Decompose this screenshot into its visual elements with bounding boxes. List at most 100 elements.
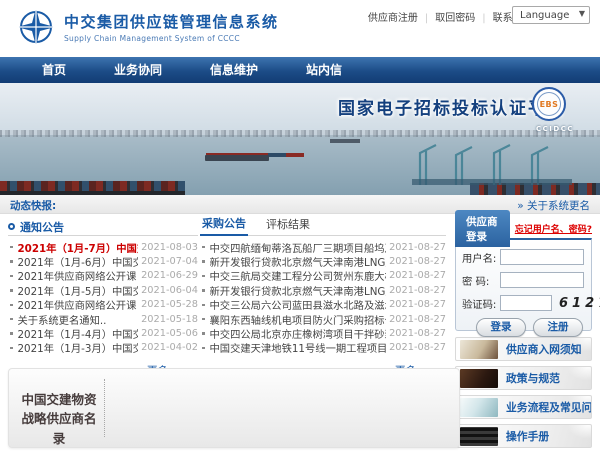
- notice-row[interactable]: 2021年（1月-4月）中国交建供应商.. 2021-05-06: [8, 326, 198, 340]
- procurement-row[interactable]: 襄阳东西轴线机电项目防火门采购招标公告 2021-08-27: [200, 312, 446, 326]
- procurement-row[interactable]: 中交三航局交建工程分公司贺州东鹿大桥项目部墩身钢模板.. 2021-08-27: [200, 269, 446, 283]
- procurement-title: 中交四公局北京亦庄橡树湾项目干拌砂浆采购招标公告: [210, 326, 387, 341]
- username-input[interactable]: [500, 249, 584, 265]
- dot-bullet-icon: [202, 289, 205, 292]
- notice-title: 2021年（1月-3月）中国交建供应商..: [18, 340, 139, 355]
- notice-title: 2021年（1月-5月）中国交建供应商..: [18, 283, 139, 298]
- circle-bullet-icon: [8, 223, 15, 230]
- username-label: 用户名:: [462, 250, 500, 265]
- procurement-row[interactable]: 中交四航缅甸蒂洛瓦船厂三期项目船坞及船厂陆域设施土建.. 2021-08-27: [200, 240, 446, 254]
- ticker-link[interactable]: » 关于系统更名: [517, 198, 590, 213]
- main-nav: 首页业务协同信息维护站内信: [0, 57, 600, 83]
- procurement-row[interactable]: 新开发银行贷款北京燃气天津南港LNG应急储备项目配套.. 2021-08-27: [200, 254, 446, 268]
- captcha-image: 6127: [559, 296, 600, 311]
- dot-bullet-icon: [10, 347, 13, 350]
- notices-section: 通知公告 2021年（1月-7月）中国交建供应商.. 2021-08-03 20…: [8, 218, 198, 378]
- suppliers-title-line1: 中国交建物资: [19, 390, 99, 409]
- small-boat: [330, 139, 360, 143]
- notice-date: 2021-08-03: [138, 242, 198, 253]
- notice-title: 2021年供应商网络公开课（第二期）直..: [18, 268, 139, 283]
- procurement-date: 2021-08-27: [386, 299, 446, 310]
- notice-date: 2021-05-06: [138, 328, 198, 339]
- login-button[interactable]: 登录: [476, 318, 526, 337]
- procurement-row[interactable]: 新开发银行贷款北京燃气天津南港LNG应急储备项目配套.. 2021-08-27: [200, 283, 446, 297]
- dot-bullet-icon: [202, 304, 205, 307]
- strategic-suppliers-panel: 中国交建物资 战略供应商名录: [8, 368, 460, 448]
- quick-link-photo: [460, 340, 498, 359]
- nav-item[interactable]: 首页: [18, 57, 90, 83]
- notice-row[interactable]: 2021年供应商网络公开课（第二期）直.. 2021-06-29: [8, 269, 198, 283]
- notice-date: 2021-05-18: [138, 314, 198, 325]
- dot-bullet-icon: [10, 332, 13, 335]
- tab-evaluation-results[interactable]: 评标结果: [264, 216, 312, 235]
- notice-row[interactable]: 2021年（1月-3月）中国交建供应商.. 2021-04-02: [8, 341, 198, 355]
- dot-bullet-icon: [202, 260, 205, 263]
- notice-row[interactable]: 2021年（1月-7月）中国交建供应商.. 2021-08-03: [8, 240, 198, 254]
- register-button[interactable]: 注册: [533, 318, 583, 337]
- procurement-title: 襄阳东西轴线机电项目防火门采购招标公告: [210, 312, 387, 327]
- quick-link-photo: [460, 398, 498, 417]
- notice-row[interactable]: 2021年（1月-5月）中国交建供应商.. 2021-06-04: [8, 283, 198, 297]
- captcha-label: 验证码:: [462, 296, 500, 311]
- notice-row[interactable]: 关于系统更名通知.. 2021-05-18: [8, 312, 198, 326]
- quick-link-label: 政策与规范: [506, 370, 560, 386]
- notice-date: 2021-05-28: [138, 299, 198, 310]
- ccidcc-badge-label: CCIDCC: [536, 125, 574, 133]
- quick-link-label: 业务流程及常见问题: [506, 399, 592, 415]
- top-link[interactable]: 供应商注册: [368, 9, 418, 24]
- procurement-row[interactable]: 中国交建天津地铁11号线一期工程项目消声器二次集中采.. 2021-08-27: [200, 341, 446, 355]
- notices-list: 2021年（1月-7月）中国交建供应商.. 2021-08-03 2021年（1…: [8, 240, 198, 355]
- language-select[interactable]: Language ▼: [512, 6, 590, 24]
- notices-header: 通知公告: [8, 218, 198, 236]
- nav-item[interactable]: 信息维护: [186, 57, 282, 83]
- notice-row[interactable]: 2021年供应商网络公开课（第一期）直.. 2021-05-28: [8, 298, 198, 312]
- top-link[interactable]: 取回密码: [418, 9, 475, 24]
- nav-item[interactable]: 业务协同: [90, 57, 186, 83]
- procurement-date: 2021-08-27: [386, 270, 446, 281]
- procurement-title: 中交三航局交建工程分公司贺州东鹿大桥项目部墩身钢模板..: [210, 268, 387, 283]
- password-label: 密 码:: [462, 273, 500, 288]
- quick-link-label: 操作手册: [506, 428, 549, 444]
- procurement-date: 2021-08-27: [386, 342, 446, 353]
- notice-date: 2021-07-04: [138, 256, 198, 267]
- site-subtitle: Supply Chain Management System of CCCC: [64, 34, 279, 43]
- quick-link-banner[interactable]: 供应商入网须知: [455, 337, 592, 361]
- quick-link-banner[interactable]: 业务流程及常见问题: [455, 395, 592, 419]
- notice-date: 2021-06-04: [138, 285, 198, 296]
- suppliers-title-line2: 战略供应商名录: [19, 409, 99, 448]
- captcha-input[interactable]: [500, 295, 552, 311]
- logo: 中交集团供应链管理信息系统 Supply Chain Management Sy…: [16, 7, 279, 47]
- notice-date: 2021-06-29: [138, 270, 198, 281]
- cargo-ship: [205, 155, 269, 161]
- notice-row[interactable]: 2021年（1月-6月）中国交建供应商.. 2021-07-04: [8, 254, 198, 268]
- notices-title: 通知公告: [20, 219, 64, 235]
- supplier-login-tab[interactable]: 供应商登录: [455, 210, 510, 247]
- dot-bullet-icon: [202, 347, 205, 350]
- suppliers-panel-title: 中国交建物资 战略供应商名录: [19, 390, 99, 448]
- container-quay-left: [0, 181, 185, 195]
- procurement-row[interactable]: 中交四公局北京亦庄橡树湾项目干拌砂浆采购招标公告 2021-08-27: [200, 326, 446, 340]
- dot-bullet-icon: [10, 275, 13, 278]
- procurement-title: 中交四航缅甸蒂洛瓦船厂三期项目船坞及船厂陆域设施土建..: [210, 240, 387, 255]
- password-input[interactable]: [500, 272, 584, 288]
- header: 中交集团供应链管理信息系统 Supply Chain Management Sy…: [0, 0, 600, 57]
- nav-item[interactable]: 站内信: [282, 57, 366, 83]
- notice-title: 2021年（1月-6月）中国交建供应商..: [18, 254, 139, 269]
- dot-bullet-icon: [202, 246, 205, 249]
- quick-link-banner[interactable]: 操作手册: [455, 424, 592, 448]
- quick-link-label: 供应商入网须知: [506, 341, 582, 357]
- notice-title: 关于系统更名通知..: [18, 312, 139, 327]
- forgot-password-link[interactable]: 忘记用户名、密码?: [515, 222, 592, 235]
- procurement-date: 2021-08-27: [386, 314, 446, 325]
- dot-bullet-icon: [10, 260, 13, 263]
- quick-link-banner[interactable]: 政策与规范: [455, 366, 592, 390]
- right-sidebar: 供应商登录 忘记用户名、密码? 用户名: 密 码: 验证码: 6127 登录 注…: [455, 218, 592, 453]
- notice-title: 2021年（1月-4月）中国交建供应商..: [18, 326, 139, 341]
- procurement-date: 2021-08-27: [386, 285, 446, 296]
- ebs-badge-icon: EBS: [532, 87, 566, 121]
- procurement-row[interactable]: 中交三公局六公司蓝田县滋水北路及滋水大桥新建工程（E.. 2021-08-27: [200, 298, 446, 312]
- notice-date: 2021-04-02: [138, 342, 198, 353]
- dot-bullet-icon: [10, 304, 13, 307]
- harbor-cranes-icon: [412, 139, 572, 185]
- tab-procurement-announcements[interactable]: 采购公告: [200, 215, 248, 236]
